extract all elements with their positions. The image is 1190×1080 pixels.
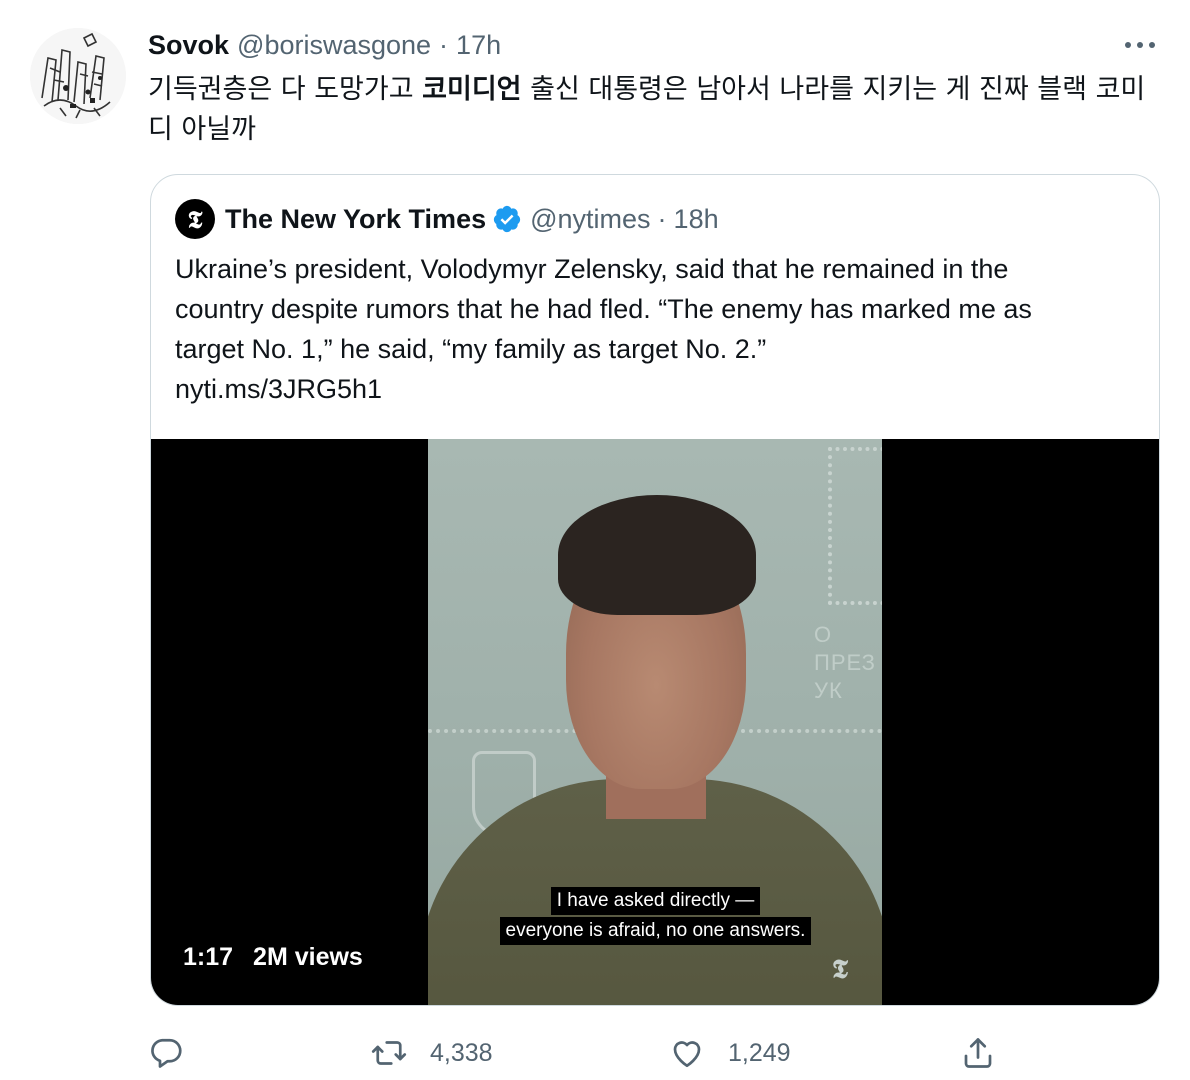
- tweet-text: 기득권층은 다 도망가고 코미디언 출신 대통령은 남아서 나라를 지키는 게 …: [148, 70, 1158, 150]
- quoted-tweet-text: Ukraine’s president, Volodymyr Zelensky,…: [175, 249, 1150, 409]
- verified-badge-icon: [492, 204, 522, 234]
- separator-dot: ·: [439, 29, 449, 60]
- video-player[interactable]: О ПРЕЗ УК I have asked directly — everyone…: [151, 439, 1159, 1005]
- like-button[interactable]: 1,249: [668, 1028, 791, 1078]
- tweet-header: Sovok @boriswasgone · 17h: [148, 28, 501, 62]
- retweet-icon: [371, 1041, 407, 1065]
- video-background-text: О ПРЕЗ УК: [814, 622, 876, 703]
- retweet-button[interactable]: 4,338: [370, 1028, 493, 1078]
- like-count: 1,249: [728, 1038, 791, 1067]
- reply-button[interactable]: [148, 1028, 206, 1078]
- quoted-separator-dot: ·: [657, 203, 667, 234]
- nyt-watermark-icon: 𝕿: [832, 955, 848, 985]
- quoted-author-handle[interactable]: @nytimes: [530, 204, 650, 235]
- author-handle[interactable]: @boriswasgone: [237, 30, 431, 61]
- quoted-text-line: Ukraine’s president, Volodymyr Zelensky,…: [175, 254, 1009, 284]
- share-button[interactable]: [960, 1028, 996, 1078]
- video-background-board: [828, 447, 882, 605]
- avatar[interactable]: [30, 28, 126, 124]
- tweet-text-part-1: 기득권층은 다 도망가고: [148, 74, 423, 105]
- retweet-count: 4,338: [430, 1038, 493, 1067]
- avatar-sketch-image: [30, 28, 126, 124]
- quoted-tweet-timestamp[interactable]: 18h: [674, 204, 719, 235]
- video-subtitles: I have asked directly — everyone is afra…: [483, 887, 828, 947]
- share-icon: [964, 1038, 992, 1068]
- tweet-timestamp[interactable]: 17h: [456, 30, 501, 61]
- more-icon: [1125, 42, 1155, 48]
- quoted-text-link[interactable]: nyti.ms/3JRG5h1: [175, 369, 1150, 409]
- subtitle-line-1: I have asked directly —: [550, 887, 761, 915]
- quoted-tweet-card[interactable]: 𝕿 The New York Times @nytimes · 18h Ukra…: [150, 174, 1160, 1006]
- tweet-action-bar: 4,338 1,249: [148, 1028, 1008, 1078]
- nyt-logo-avatar[interactable]: 𝕿: [175, 199, 215, 239]
- quoted-author-name[interactable]: The New York Times: [225, 204, 486, 235]
- author-name[interactable]: Sovok: [148, 30, 229, 61]
- more-options-button[interactable]: [1120, 28, 1160, 62]
- subtitle-line-2: everyone is afraid, no one answers.: [499, 917, 812, 945]
- video-meta: 1:17 2M views: [183, 943, 363, 972]
- quoted-tweet-header: 𝕿 The New York Times @nytimes · 18h: [175, 199, 719, 239]
- reply-icon: [151, 1038, 182, 1068]
- video-views: 2M views: [253, 943, 363, 971]
- video-person-hair: [558, 495, 756, 615]
- quoted-text-line: target No. 1,” he said, “my family as ta…: [175, 334, 767, 364]
- video-frame: О ПРЕЗ УК I have asked directly — everyone…: [428, 439, 882, 1005]
- like-icon: [673, 1041, 701, 1068]
- tweet-text-bold: 코미디언: [422, 74, 522, 105]
- video-duration: 1:17: [183, 943, 234, 971]
- quoted-text-line: country despite rumors that he had fled.…: [175, 294, 1032, 324]
